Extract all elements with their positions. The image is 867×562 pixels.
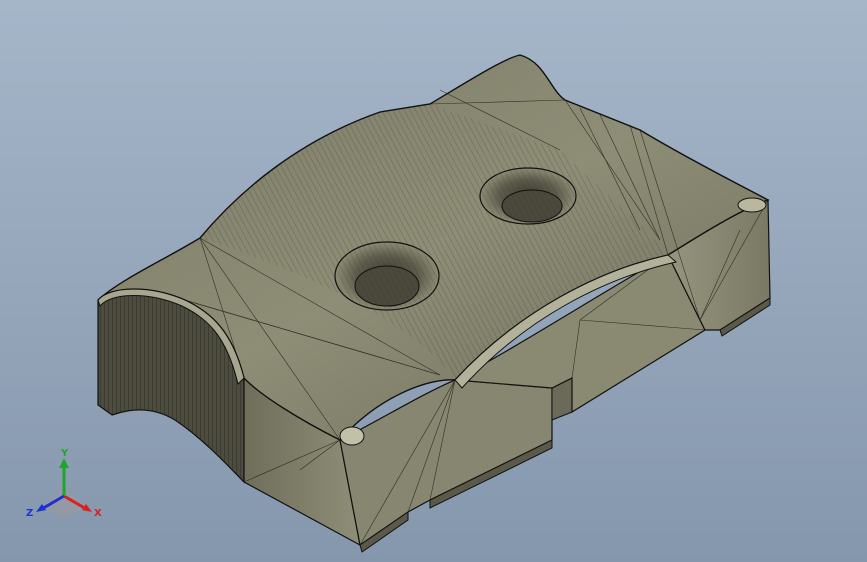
corner-fillet: [339, 426, 365, 446]
triad-x-arrow: [82, 504, 92, 512]
triad-z-arrow: [36, 504, 46, 512]
orientation-triad[interactable]: X Y Z: [22, 448, 106, 524]
hole-front: [334, 241, 440, 311]
triad-x-label: X: [94, 508, 102, 519]
3d-model[interactable]: [0, 0, 867, 562]
triad-z-label: Z: [26, 508, 33, 519]
triad-y-label: Y: [60, 448, 69, 459]
triad-y-arrow: [59, 458, 69, 468]
corner-fillet-right: [737, 197, 767, 213]
hole-back: [479, 167, 577, 225]
graphics-viewport[interactable]: X Y Z: [0, 0, 867, 562]
